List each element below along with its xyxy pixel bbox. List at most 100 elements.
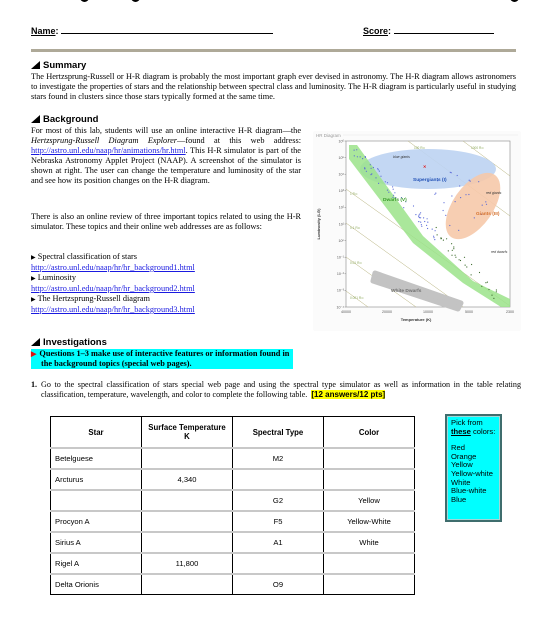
topic-link-1[interactable]: http://astro.unl.edu/naap/hr/hr_backgrou…	[31, 263, 195, 272]
topic-item: ▶ Spectral classification of stars	[31, 252, 301, 263]
star-point	[451, 195, 453, 197]
star-point	[485, 203, 488, 205]
star-point	[466, 266, 468, 268]
y-axis-ticks: 10⁶ 10⁵ 10⁴ 10³ 10² 10¹ 10⁰ 10⁻¹ 10⁻² 10⁻³ 10⁻⁴	[337, 139, 346, 309]
blue-giants-label: blue giants	[393, 155, 410, 159]
color-cell[interactable]	[323, 552, 415, 575]
star-point	[377, 169, 379, 171]
spectral-type-cell: M2	[232, 447, 324, 470]
star-point	[388, 191, 390, 193]
topic-link-3[interactable]: http://astro.unl.edu/naap/hr/hr_backgrou…	[31, 305, 195, 314]
star-point	[418, 217, 421, 219]
star-point	[454, 254, 456, 256]
star-point	[443, 202, 445, 204]
spectral-type-cell[interactable]	[232, 552, 324, 575]
temperature-cell[interactable]	[141, 573, 233, 595]
score-blank-line[interactable]	[393, 25, 494, 34]
star-point	[446, 238, 448, 240]
star-point	[464, 264, 466, 266]
star-point	[433, 235, 435, 237]
spectral-type-cell: A1	[232, 531, 324, 554]
y-tick-label: 10¹	[339, 222, 345, 226]
spectral-type-cell[interactable]	[232, 468, 324, 491]
radius-label: 0.001 R⊙	[350, 296, 364, 300]
background-paragraph-1: For most of this lab, students will use …	[31, 126, 301, 186]
red-arrow-icon: ▶	[31, 350, 37, 358]
star-point	[369, 164, 371, 166]
star-point	[420, 212, 422, 214]
pick-box-emphasis: these	[451, 426, 471, 436]
text-run: For most of this lab, students will use …	[31, 126, 301, 135]
temperature-cell[interactable]	[141, 447, 233, 470]
column-header-color: Color	[323, 416, 415, 449]
star-point	[427, 221, 429, 223]
star-point	[460, 197, 462, 199]
color-option: Blue	[451, 494, 467, 504]
star-point	[495, 289, 497, 291]
star-point	[481, 285, 483, 287]
star-point	[427, 227, 429, 230]
bullet-triangle-icon: ▶	[31, 276, 36, 282]
header-divider	[31, 49, 516, 52]
name-field[interactable]: Name:	[31, 25, 274, 36]
star-point	[454, 201, 456, 203]
bullet-triangle-icon: ▶	[31, 255, 36, 261]
star-cell: Procyon A	[50, 510, 142, 533]
star-cell: Rigel A	[50, 552, 142, 575]
star-point	[465, 194, 467, 196]
x-tick-label: 40000	[341, 310, 351, 314]
star-point	[481, 204, 483, 206]
star-point	[468, 193, 470, 196]
color-cell[interactable]	[323, 447, 415, 470]
y-tick-label: 10⁵	[339, 156, 345, 160]
simulator-link[interactable]: http://astro.unl.edu/naap/hr/animations/…	[31, 146, 186, 155]
star-point	[468, 179, 470, 181]
star-point	[372, 166, 374, 169]
score-field[interactable]: Score:	[363, 25, 494, 36]
topic-link-2[interactable]: http://astro.unl.edu/naap/hr/hr_backgrou…	[31, 284, 195, 293]
star-point	[485, 282, 487, 284]
star-point	[364, 167, 366, 169]
star-point	[442, 239, 444, 241]
section-triangle-icon	[31, 61, 40, 69]
y-tick-label: 10⁶	[339, 139, 345, 143]
x-tick-label: 2300	[506, 310, 514, 314]
spectral-type-cell: O9	[232, 573, 324, 595]
color-choices-box: Pick from these colors: Red Orange Yellow Y…	[445, 414, 502, 522]
radius-label: 1 R⊙	[350, 192, 358, 196]
temperature-cell: 11,800	[141, 552, 233, 575]
star-point	[495, 291, 497, 293]
star-point	[359, 156, 361, 158]
star-point	[378, 170, 380, 172]
table-row: Betelguese M2	[50, 447, 415, 470]
question-1: 1. Go to the spectral classification of …	[31, 380, 521, 400]
star-point	[415, 214, 417, 216]
name-blank-line[interactable]	[61, 25, 274, 34]
topic-item: ▶ Luminosity	[31, 273, 301, 284]
color-cell[interactable]	[323, 468, 415, 491]
star-point	[420, 224, 422, 226]
star-point	[459, 259, 462, 262]
star-cell[interactable]	[50, 489, 142, 512]
star-point	[469, 180, 471, 182]
star-point	[393, 194, 395, 196]
y-tick-label: 10⁻⁴	[337, 305, 345, 309]
star-point	[392, 188, 394, 190]
temperature-cell[interactable]	[141, 510, 233, 533]
star-point	[440, 238, 442, 240]
star-point	[434, 230, 436, 232]
supergiants-label: Supergiants (I)	[413, 177, 447, 183]
star-point	[491, 294, 493, 296]
color-cell[interactable]	[323, 573, 415, 595]
temperature-cell[interactable]	[141, 489, 233, 512]
star-point	[447, 250, 449, 252]
y-tick-label: 10⁻³	[337, 289, 345, 293]
temperature-cell: 4,340	[141, 468, 233, 491]
star-cell: Delta Orionis	[50, 573, 142, 595]
star-point	[486, 281, 488, 283]
current-star-marker: ✕	[423, 164, 426, 169]
star-point	[418, 221, 420, 223]
temperature-cell[interactable]	[141, 531, 233, 554]
background-heading: Background	[31, 114, 98, 125]
table-row: Sirius A A1 White	[50, 531, 415, 554]
